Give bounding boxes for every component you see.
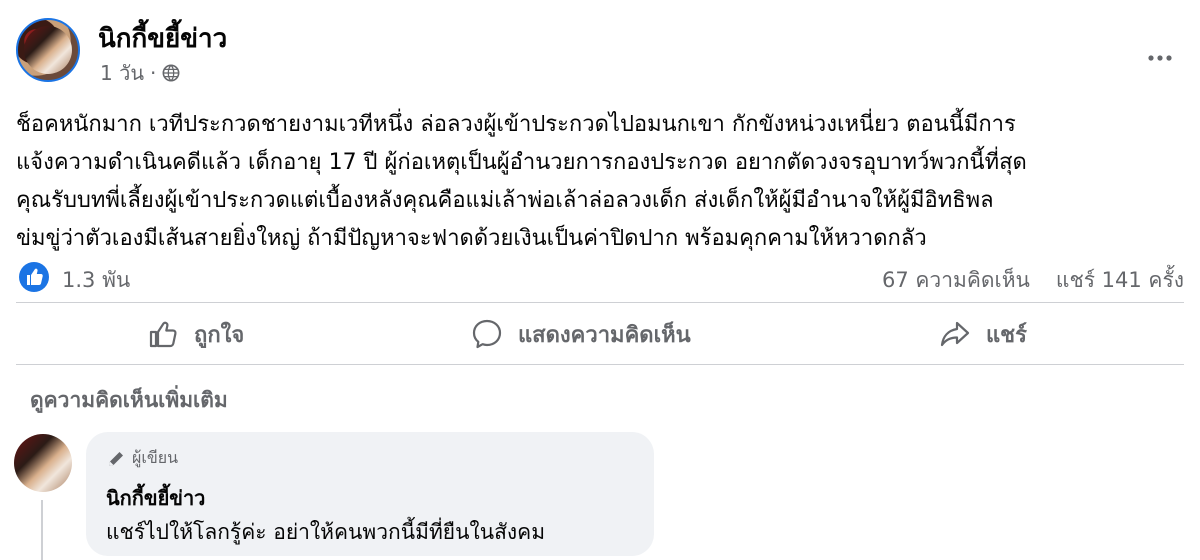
share-count[interactable]: แชร์ 141 ครั้ง <box>1056 264 1184 297</box>
comment-bubble: ผู้เขียน นิกกี้ขยี้ข่าว แชร์ไปให้โลกรู้ค… <box>86 432 654 556</box>
comment-bubble-icon <box>472 319 502 349</box>
post-body: ช็อคหนักมาก เวทีประกวดชายงามเวทีหนึ่ง ล่… <box>16 106 1184 258</box>
like-button[interactable]: ถูกใจ <box>146 314 244 354</box>
post-meta: 1 วัน · <box>100 60 180 86</box>
globe-icon[interactable] <box>162 64 180 82</box>
post-header: นิกกี้ขยี้ข่าว 1 วัน · <box>16 18 1184 98</box>
share-button[interactable]: แชร์ <box>938 314 1027 354</box>
divider <box>16 302 1184 303</box>
like-reaction-icon[interactable] <box>18 261 50 293</box>
view-more-comments-link[interactable]: ดูความคิดเห็นเพิ่มเติม <box>30 384 228 417</box>
comment-button-label: แสดงความคิดเห็น <box>518 322 691 348</box>
share-arrow-icon <box>940 321 970 347</box>
meta-separator: · <box>149 61 157 85</box>
reactions-row: 1.3 พัน 67 ความคิดเห็น แชร์ 141 ครั้ง <box>16 258 1184 298</box>
comment-text: แชร์ไปให้โลกรู้ค่ะ อย่าให้คนพวกนี้มีที่ย… <box>106 520 546 544</box>
post-actions: ถูกใจ แสดงความคิดเห็น แชร์ <box>16 306 1184 362</box>
post-text-line: แจ้งความดำเนินคดีแล้ว เด็กอายุ 17 ปี ผู้… <box>16 150 1027 175</box>
post-stats: 67 ความคิดเห็น แชร์ 141 ครั้ง <box>882 264 1184 297</box>
like-button-label: ถูกใจ <box>194 322 245 348</box>
author-badge: ผู้เขียน <box>106 446 178 471</box>
share-button-label: แชร์ <box>986 322 1027 348</box>
thumbs-up-icon <box>149 321 177 348</box>
post-text-line: ช็อคหนักมาก เวทีประกวดชายงามเวทีหนึ่ง ล่… <box>16 112 1016 137</box>
author-badge-label: ผู้เขียน <box>132 448 179 467</box>
author-avatar[interactable] <box>16 18 80 82</box>
more-horizontal-icon[interactable] <box>1142 40 1178 76</box>
post-author-name[interactable]: นิกกี้ขยี้ข่าว <box>98 24 227 54</box>
post-text-line: คุณรับบทพี่เลี้ยงผู้เข้าประกวดแต่เบื้องห… <box>16 188 994 213</box>
comment-button[interactable]: แสดงความคิดเห็น <box>470 314 691 354</box>
pencil-icon <box>109 451 123 466</box>
post-text-line: ข่มขู่ว่าตัวเองมีเส้นสายยิ่งใหญ่ ถ้ามีปั… <box>16 226 927 251</box>
commenter-avatar[interactable] <box>14 434 72 492</box>
post-timestamp[interactable]: 1 วัน <box>100 57 144 89</box>
avatar-image <box>24 26 72 74</box>
comment-count[interactable]: 67 ความคิดเห็น <box>882 264 1030 297</box>
reaction-count[interactable]: 1.3 พัน <box>62 264 130 297</box>
thread-line <box>41 500 43 560</box>
comment-author-name[interactable]: นิกกี้ขยี้ข่าว <box>106 482 205 514</box>
divider <box>16 364 1184 365</box>
